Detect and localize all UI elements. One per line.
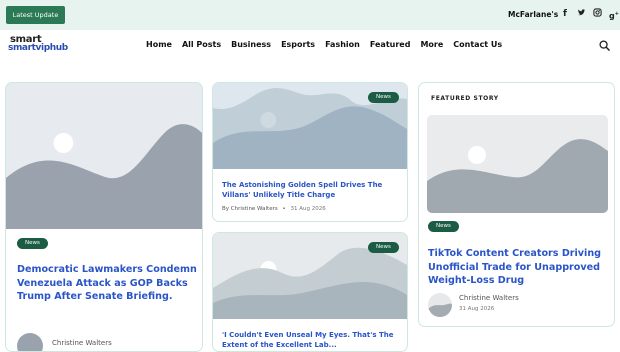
category-badge[interactable]: News: [368, 242, 399, 253]
post-title[interactable]: The Astonishing Golden Spell Drives The …: [222, 180, 402, 200]
logo-wordmark[interactable]: smartviphub: [8, 43, 68, 53]
nav-item-business[interactable]: Business: [231, 40, 271, 49]
facebook-icon[interactable]: f: [561, 8, 569, 20]
twitter-icon[interactable]: [577, 8, 586, 20]
post-card-main[interactable]: News Democratic Lawmakers Condemn Venezu…: [5, 82, 203, 352]
post-title[interactable]: 'I Couldn't Even Unseal My Eyes. That's …: [222, 330, 402, 350]
post-title[interactable]: Democratic Lawmakers Condemn Venezuela A…: [17, 263, 201, 304]
author-name[interactable]: Christine Walters: [459, 294, 519, 302]
nav-item-contact-us[interactable]: Contact Us: [453, 40, 502, 49]
category-badge[interactable]: News: [428, 221, 459, 232]
main-nav: Home All Posts Business Esports Fashion …: [146, 40, 502, 49]
featured-story-heading: FEATURED STORY: [431, 95, 499, 102]
site-header: smart smartviphub Home All Posts Busines…: [0, 30, 620, 64]
latest-update-button[interactable]: Latest Update: [6, 6, 65, 24]
post-meta: By Christine Walters • 31 Aug 2026: [222, 206, 326, 212]
post-card[interactable]: News The Astonishing Golden Spell Drives…: [212, 82, 408, 222]
author-name[interactable]: By Christine Walters: [222, 206, 278, 212]
post-thumbnail[interactable]: [427, 115, 608, 213]
author-avatar: [428, 293, 452, 317]
nav-item-home[interactable]: Home: [146, 40, 172, 49]
category-badge[interactable]: News: [17, 238, 48, 249]
news-ticker[interactable]: McFarlane's: [508, 10, 558, 19]
meta-separator: •: [282, 206, 286, 212]
post-thumbnail[interactable]: [6, 83, 202, 229]
nav-item-more[interactable]: More: [420, 40, 443, 49]
nav-item-all-posts[interactable]: All Posts: [182, 40, 221, 49]
google-plus-icon[interactable]: g+: [609, 8, 619, 21]
post-date: 31 Aug 2026: [290, 206, 326, 212]
instagram-icon[interactable]: [593, 8, 602, 20]
nav-item-fashion[interactable]: Fashion: [325, 40, 360, 49]
top-bar: Latest Update McFarlane's f g+: [0, 0, 620, 30]
author-name[interactable]: Christine Walters: [52, 339, 112, 347]
nav-item-featured[interactable]: Featured: [370, 40, 411, 49]
featured-story-card: FEATURED STORY News TikTok Content Creat…: [418, 82, 615, 327]
nav-item-esports[interactable]: Esports: [281, 40, 315, 49]
post-date: 31 Aug 2026: [459, 306, 495, 312]
post-card[interactable]: News 'I Couldn't Even Unseal My Eyes. Th…: [212, 232, 408, 352]
featured-post-title[interactable]: TikTok Content Creators Driving Unoffici…: [428, 247, 608, 288]
category-badge[interactable]: News: [368, 92, 399, 103]
social-links: f g+: [561, 8, 619, 21]
search-icon[interactable]: [599, 40, 610, 51]
